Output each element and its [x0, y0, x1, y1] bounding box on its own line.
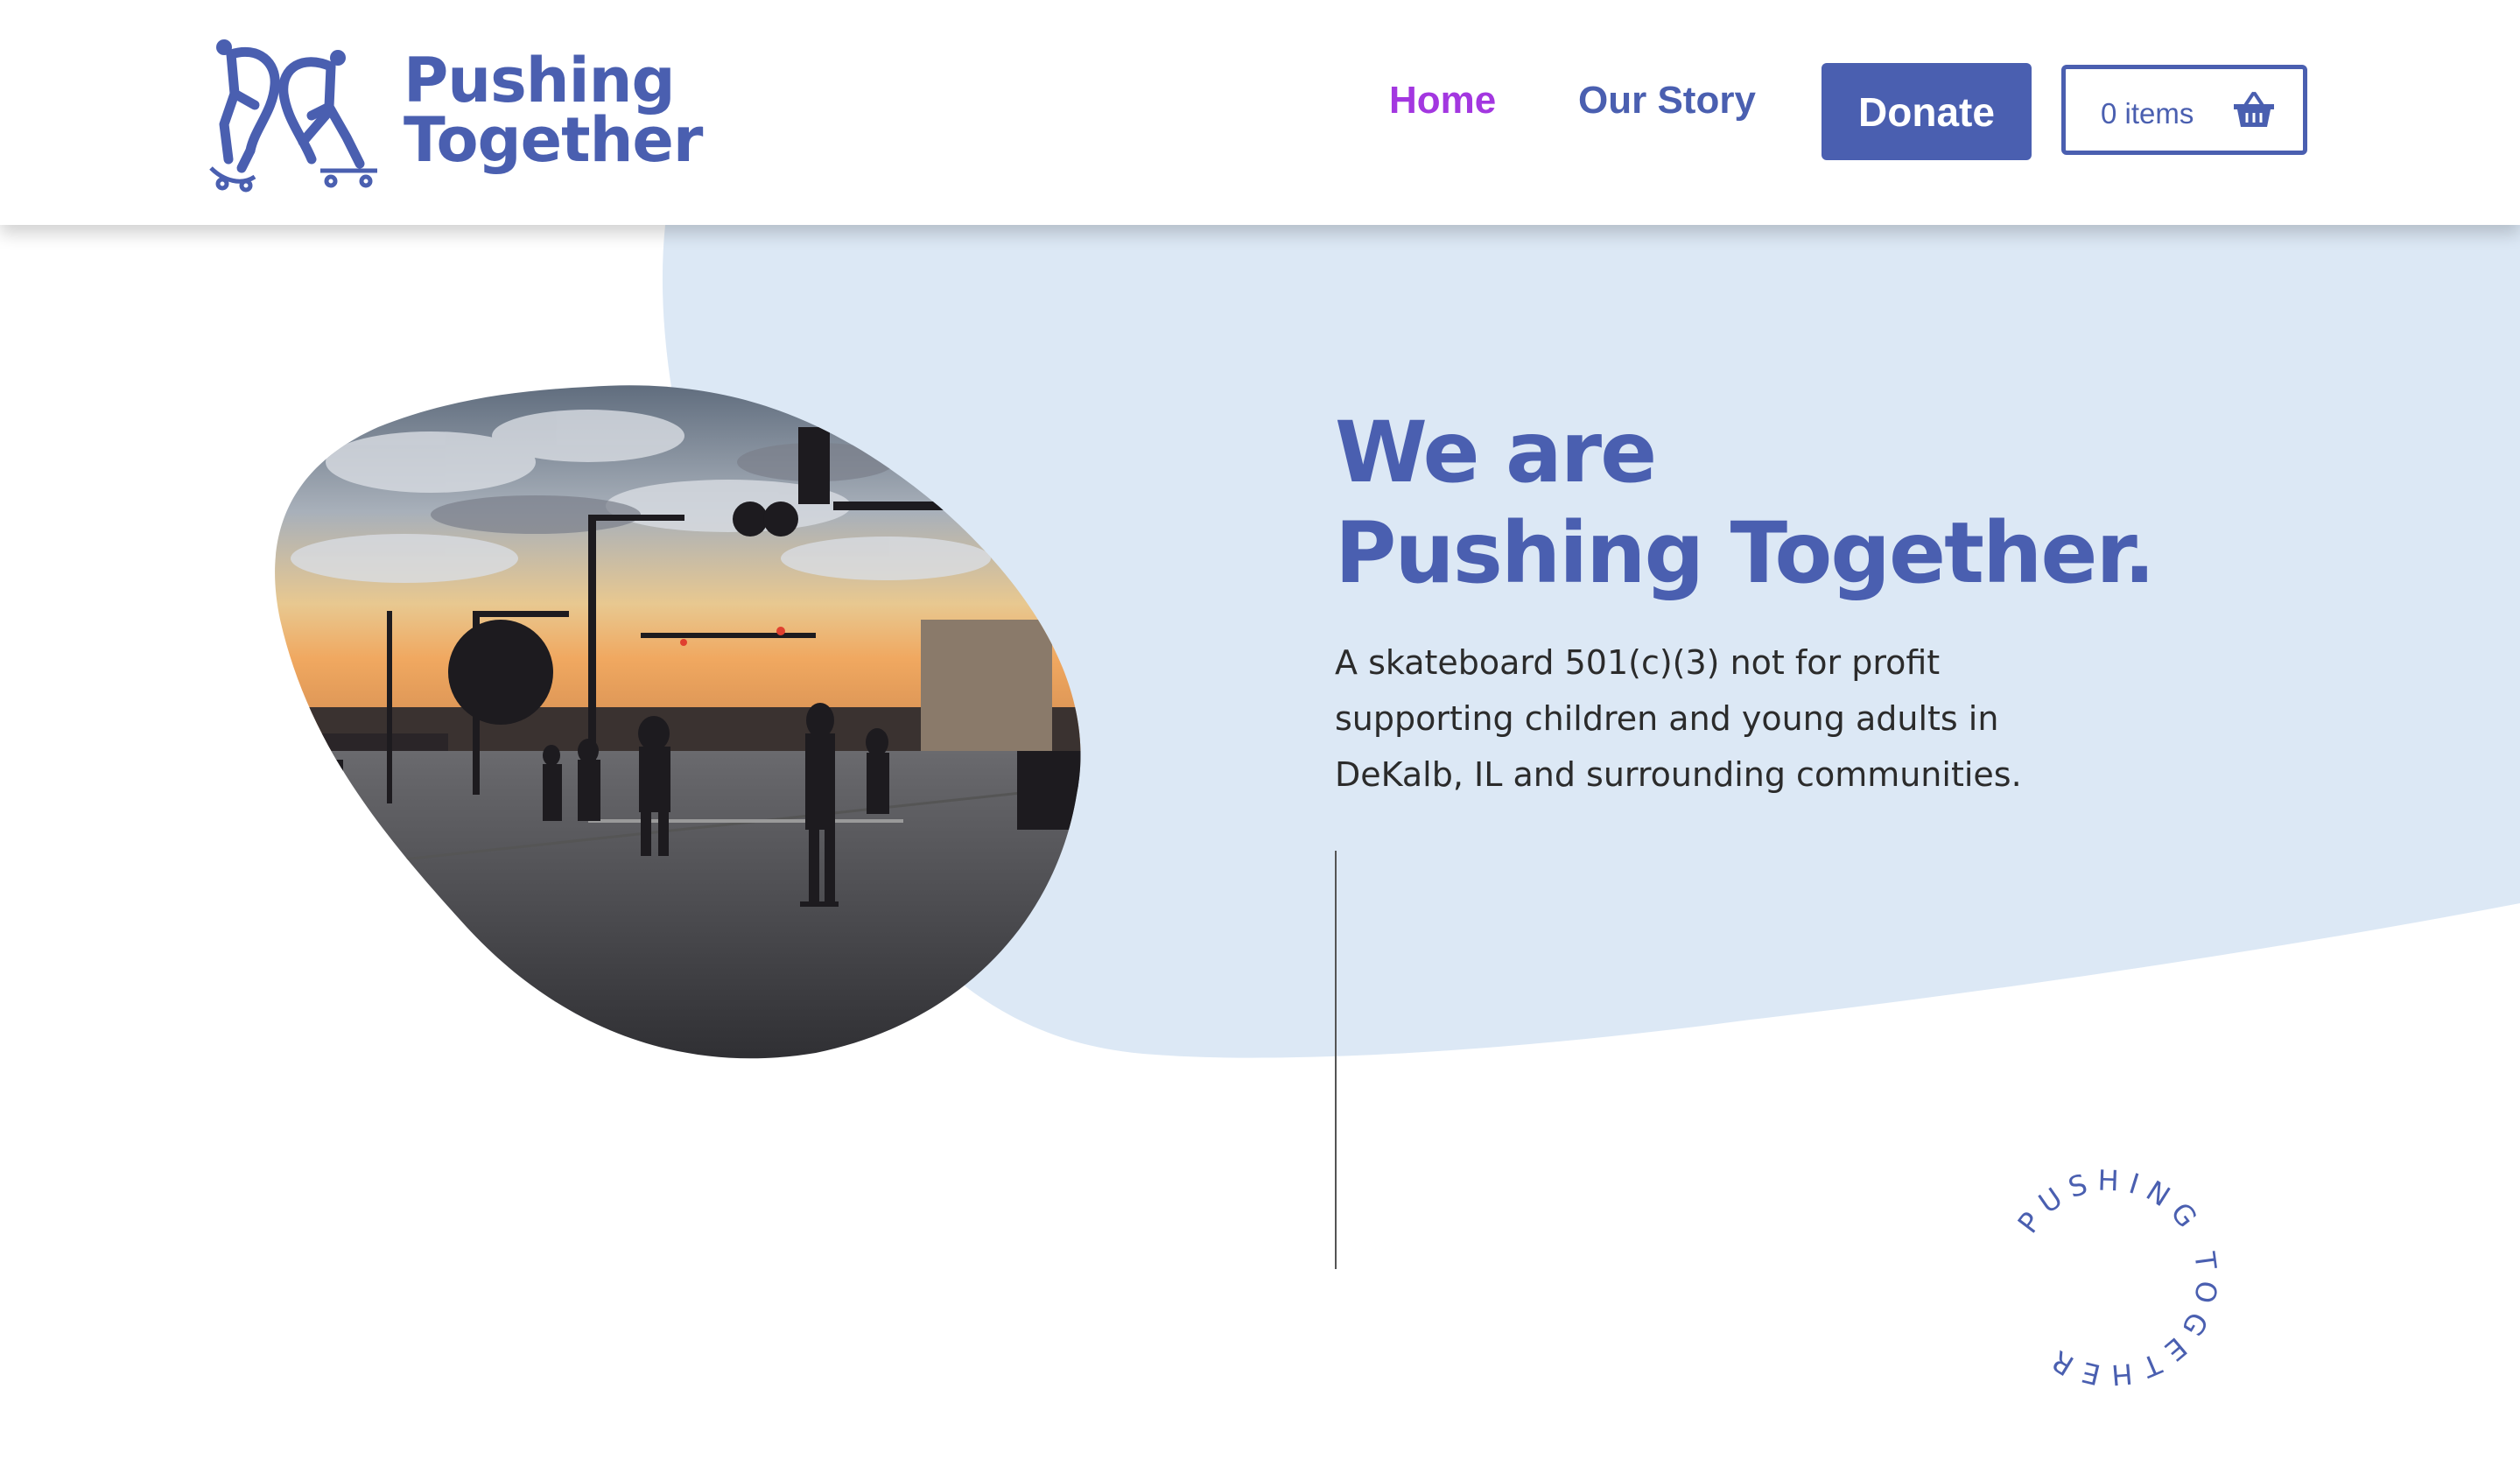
- hero-title-line-1: We are: [1335, 403, 1657, 502]
- hero-title-line-2: Pushing Together.: [1335, 504, 2156, 602]
- skateboarders-street-sunset-photo: [275, 385, 1081, 1059]
- vertical-divider: [1335, 851, 1337, 1269]
- hero-description: A skateboard 501(c)(3) not for profit su…: [1335, 635, 2053, 803]
- hero-description-line-3: DeKalb, IL and surrounding communities.: [1335, 755, 2022, 794]
- site-header: Pushing Together Home Our Story Donate 0…: [0, 0, 2520, 225]
- logo-wordmark: Pushing Together: [404, 45, 703, 176]
- nav-our-story-link[interactable]: Our Story: [1578, 79, 1756, 123]
- hero-description-line-2: supporting children and young adults in: [1335, 699, 1999, 738]
- logo-line-2: Together: [404, 104, 703, 176]
- circular-text-path: PUSHING TOGETHER: [2011, 1164, 2215, 1392]
- logo-line-1: Pushing: [404, 45, 676, 116]
- cart-item-count: 0 items: [2101, 97, 2194, 130]
- skateboarders-heart-icon: [209, 39, 377, 193]
- site-logo[interactable]: Pushing Together: [207, 28, 703, 194]
- hero-title: We are Pushing Together.: [1335, 403, 2156, 604]
- svg-text:PUSHING TOGETHER: PUSHING TOGETHER: [2011, 1164, 2224, 1392]
- hero-description-line-1: A skateboard 501(c)(3) not for profit: [1335, 643, 1941, 682]
- donate-button[interactable]: Donate: [1822, 63, 2032, 160]
- cart-button[interactable]: 0 items: [2061, 65, 2307, 155]
- basket-icon: [2234, 92, 2274, 127]
- circular-pushing-together-text: PUSHING TOGETHER: [2011, 1164, 2224, 1392]
- nav-home-link[interactable]: Home: [1389, 79, 1496, 123]
